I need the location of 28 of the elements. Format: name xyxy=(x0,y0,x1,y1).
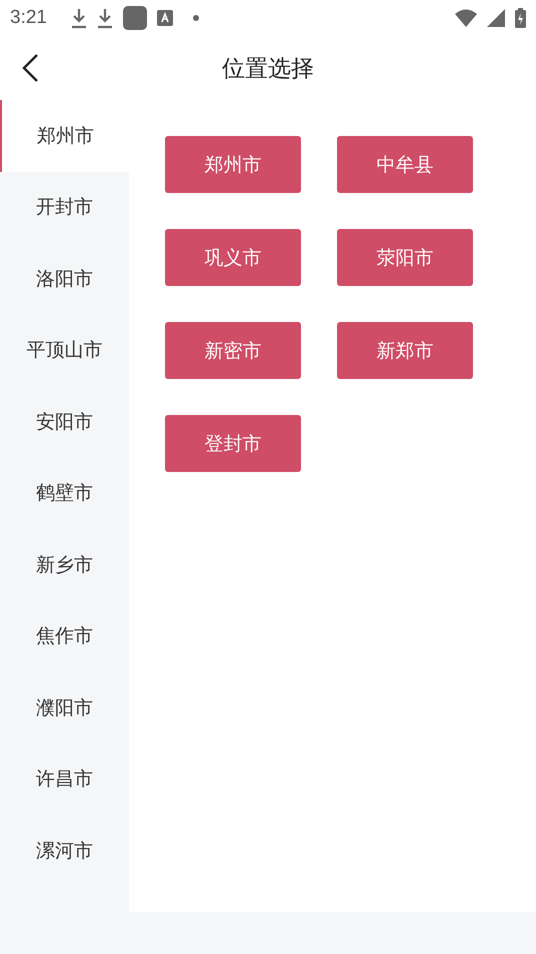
city-tab[interactable]: 濮阳市 xyxy=(0,672,129,744)
district-button[interactable]: 新郑市 xyxy=(337,322,473,379)
district-button[interactable]: 新密市 xyxy=(165,322,301,379)
city-tab[interactable]: 新乡市 xyxy=(0,529,129,600)
city-tab[interactable]: 开封市 xyxy=(0,172,129,243)
status-time: 3:21 xyxy=(10,7,47,29)
city-tab[interactable]: 焦作市 xyxy=(0,600,129,672)
city-tab[interactable]: 安阳市 xyxy=(0,386,129,458)
signal-icon xyxy=(487,9,505,27)
district-button[interactable]: 中牟县 xyxy=(337,136,473,193)
battery-icon xyxy=(515,8,526,28)
download-icon xyxy=(70,7,87,29)
wifi-icon xyxy=(455,9,477,27)
app-icon xyxy=(122,6,147,30)
district-button[interactable]: 荥阳市 xyxy=(337,229,473,286)
city-tab[interactable]: 漯河市 xyxy=(0,815,129,886)
district-button[interactable]: 登封市 xyxy=(165,415,301,472)
district-button[interactable]: 巩义市 xyxy=(165,229,301,286)
city-tab[interactable]: 洛阳市 xyxy=(0,243,129,314)
download-icon xyxy=(96,7,113,29)
page-title: 位置选择 xyxy=(222,54,314,84)
city-tab[interactable]: 郑州市 xyxy=(0,100,129,172)
district-button[interactable]: 郑州市 xyxy=(165,136,301,193)
city-tab[interactable]: 许昌市 xyxy=(0,744,129,815)
city-tab[interactable]: 鹤壁市 xyxy=(0,458,129,529)
city-tab[interactable]: 平顶山市 xyxy=(0,314,129,386)
dot-icon xyxy=(192,15,199,21)
keyboard-icon xyxy=(156,10,173,26)
